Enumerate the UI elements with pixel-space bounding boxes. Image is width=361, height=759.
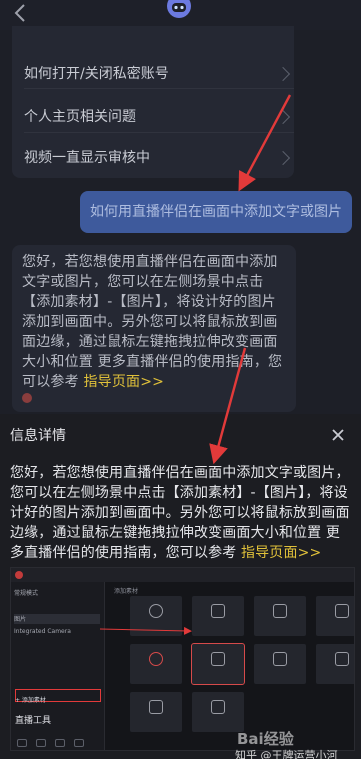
chevron-right-icon (275, 66, 291, 82)
faq-item-private-account[interactable]: 如何打开/关闭私密账号 (24, 63, 294, 85)
material-tile (316, 596, 354, 636)
divider (24, 88, 294, 89)
tool-icon (36, 739, 46, 747)
tool-icon (55, 739, 65, 747)
material-tile (130, 692, 182, 732)
tool-icon (74, 739, 84, 747)
material-tile (192, 596, 244, 636)
faq-item-label: 视频一直显示审核中 (24, 150, 150, 166)
material-tile (316, 644, 354, 684)
video-icon (149, 652, 163, 666)
faq-item-video-review[interactable]: 视频一直显示审核中 (24, 147, 294, 169)
browser-icon (335, 652, 349, 666)
user-message-bubble[interactable]: 如何用直播伴侣在画面中添加文字或图片 (80, 191, 352, 233)
scene-row-image: 图片 (14, 614, 100, 624)
chevron-right-icon (275, 109, 291, 125)
faq-item-label: 个人主页相关问题 (24, 109, 136, 125)
bot-reply-bubble[interactable]: 您好，若您想使用直播伴侣在画面中添加文字或图片，您可以在左侧场景中点击【添加素材… (12, 245, 296, 412)
material-panel-title: 添加素材 (114, 588, 139, 595)
add-material-label: + 添加素材 (15, 697, 46, 704)
app-screenshot-image: 常规模式 图片 Integrated Camera + 添加素材 直播工具 添加… (10, 567, 355, 751)
app-logo-icon (15, 571, 23, 579)
faq-item-label: 如何打开/关闭私密账号 (24, 66, 169, 82)
material-tile (130, 596, 182, 636)
material-tile (192, 692, 244, 732)
mobile-icon (273, 652, 287, 666)
guide-page-link[interactable]: 指导页面>> (83, 374, 164, 390)
detail-text: 您好，若您想使用直播伴侣在画面中添加文字或图片，您可以在左侧场景中点击【添加素材… (10, 463, 354, 563)
faq-list: 如何打开/关闭私密账号 个人主页相关问题 视频一直显示审核中 (12, 26, 294, 178)
back-arrow-icon[interactable] (10, 2, 32, 24)
camera-icon (149, 604, 163, 618)
screenshot-material-panel: 添加素材 (108, 582, 354, 750)
material-tile (254, 644, 306, 684)
bot-avatar-icon (167, 0, 191, 18)
detail-guide-link[interactable]: 指导页面>> (241, 545, 321, 561)
bot-reply-body: 您好，若您想使用直播伴侣在画面中添加文字或图片，您可以在左侧场景中点击【添加素材… (22, 254, 283, 390)
baidu-watermark: Bai经验 (237, 730, 294, 748)
material-tile (130, 644, 182, 684)
scene-row-camera: Integrated Camera (14, 628, 71, 635)
close-icon[interactable] (331, 428, 345, 442)
material-tile (254, 596, 306, 636)
info-detail-sheet: 信息详情 您好，若您想使用直播伴侣在画面中添加文字或图片，您可以在左侧场景中点击… (0, 414, 361, 759)
scene-mode-label: 常规模式 (14, 590, 39, 597)
zhihu-watermark: 知乎 @王牌运营小河 (235, 749, 338, 759)
tree-icon (149, 700, 163, 714)
chevron-right-icon (275, 150, 291, 166)
screenshot-titlebar (11, 568, 354, 582)
monitor-icon (273, 604, 287, 618)
gamepad-icon (211, 604, 225, 618)
live-tools-title: 直播工具 (15, 716, 52, 726)
sheet-title: 信息详情 (10, 428, 66, 444)
tool-icon (17, 739, 27, 747)
scene-icon (211, 700, 225, 714)
image-icon (211, 652, 225, 666)
faq-item-profile[interactable]: 个人主页相关问题 (24, 106, 294, 128)
bot-reply-text: 您好，若您想使用直播伴侣在画面中添加文字或图片，您可以在左侧场景中点击【添加素材… (22, 252, 290, 392)
feedback-icon (22, 393, 32, 403)
window-icon (335, 604, 349, 618)
tool-icons (17, 732, 97, 747)
screenshot-scene-panel: 常规模式 图片 Integrated Camera + 添加素材 直播工具 (11, 582, 105, 750)
divider (24, 132, 294, 133)
material-tile-image (191, 643, 245, 685)
bot-reply-footer (22, 391, 290, 405)
